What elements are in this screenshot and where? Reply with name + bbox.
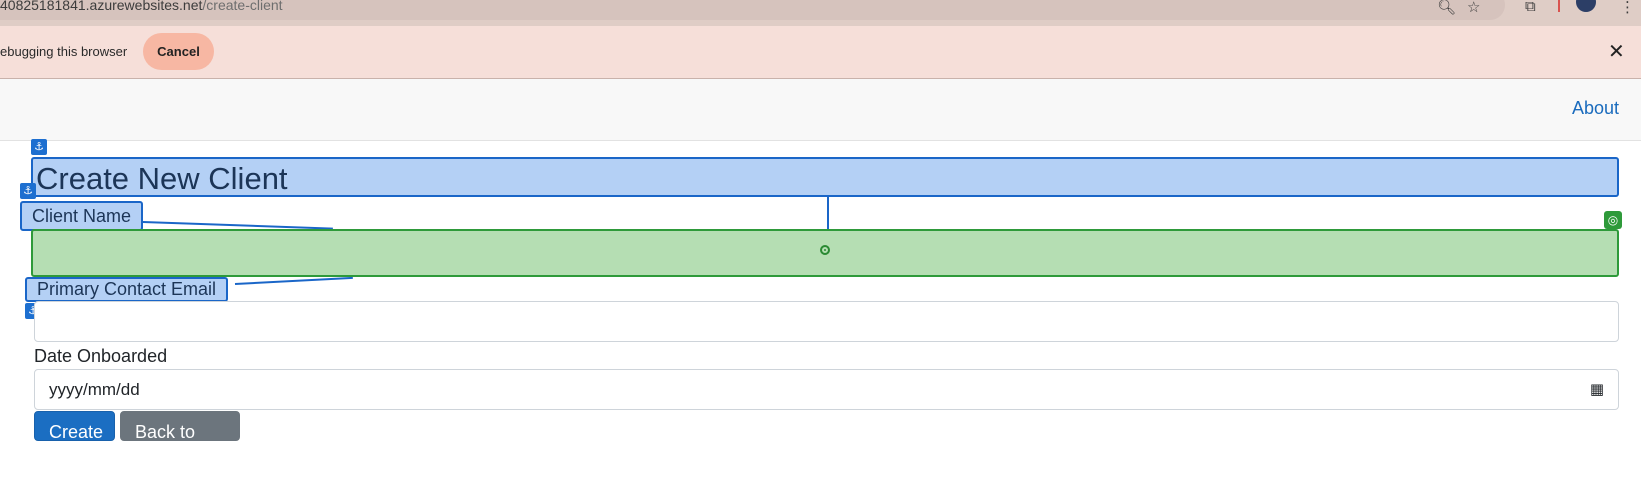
cancel-debugging-button[interactable]: Cancel [143,33,214,70]
anchor-icon[interactable]: ⚓ [31,139,47,155]
date-onboarded-input[interactable]: yyyy/mm/dd ▦ [34,369,1619,410]
target-icon [820,245,830,255]
app-navbar: About [0,79,1641,141]
connector-line [234,276,353,285]
date-placeholder: yyyy/mm/dd [49,380,140,399]
calendar-icon[interactable]: ▦ [1590,380,1604,398]
email-label: Primary Contact Email [25,277,229,302]
url-text[interactable]: 40825181841.azurewebsites.net/create-cli… [0,0,283,13]
email-input[interactable] [34,301,1619,342]
anchor-icon[interactable]: ⚓ [20,183,36,199]
title-highlight: Create New Client [31,157,1619,197]
toolbar-separator [1558,0,1560,12]
debugging-infobar: ebugging this browser Cancel ✕ [0,26,1641,79]
target-corner-icon[interactable]: ◎ [1604,211,1622,229]
nav-link-about[interactable]: About [1572,98,1619,119]
zoom-icon[interactable]: 🔍︎ [1437,0,1456,16]
profile-avatar[interactable] [1576,0,1596,12]
client-name-label: Client Name [20,201,144,231]
menu-icon[interactable]: ⋮ [1620,0,1635,16]
url-host: 40825181841.azurewebsites.net [0,0,203,13]
browser-toolbar: 40825181841.azurewebsites.net/create-cli… [0,0,1641,26]
connector-line [827,197,829,229]
infobar-message: ebugging this browser [0,44,128,59]
url-path: /create-client [202,0,283,13]
close-icon[interactable]: ✕ [1608,39,1625,64]
extensions-icon[interactable]: ⧉ [1525,0,1536,15]
star-icon[interactable]: ☆ [1467,0,1480,16]
date-onboarded-label: Date Onboarded [34,346,168,366]
page-title: Create New Client [36,161,288,196]
